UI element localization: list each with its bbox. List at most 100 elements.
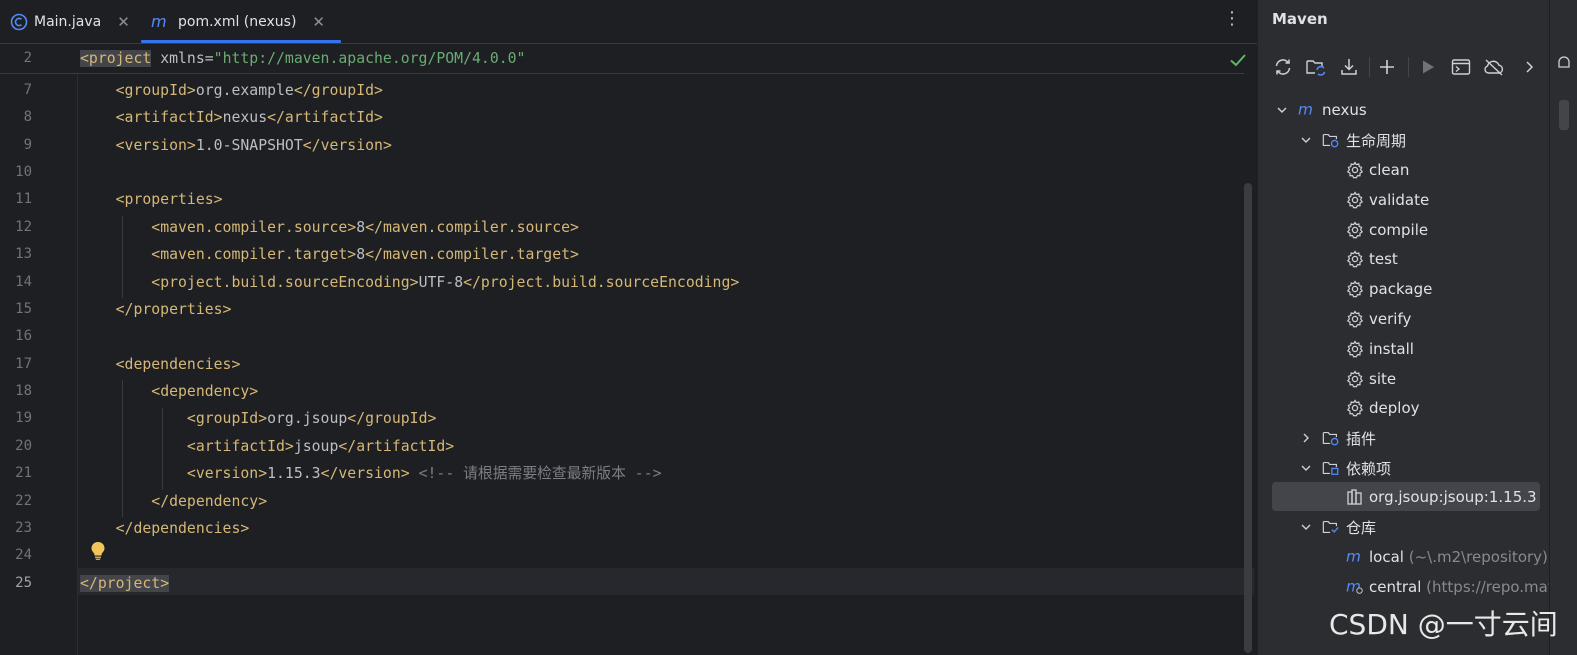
svg-text:m: m (1298, 101, 1313, 119)
tree-repository-local[interactable]: m local (~\.m2\repository) (1258, 543, 1550, 571)
tree-project-nexus[interactable]: m nexus (1258, 96, 1550, 124)
tree-repositories[interactable]: 仓库 (1258, 513, 1550, 541)
chevron-down-icon[interactable] (1300, 521, 1312, 533)
goal-label: validate (1369, 190, 1430, 209)
lightbulb-icon[interactable] (89, 541, 107, 561)
code-line: </dependency> (151, 493, 268, 510)
lifecycle-folder-icon (1322, 131, 1340, 149)
code-line: <version>1.0-SNAPSHOT</version> (115, 137, 392, 154)
editor-area[interactable]: Main.java ✕ m pom.xml (nexus) ✕ ⋮ <group… (0, 0, 1257, 655)
svg-text:m: m (151, 14, 167, 30)
repository-url: (https://repo.mav (1426, 578, 1557, 596)
line-number: 8 (23, 109, 32, 125)
code-line: </properties> (115, 301, 232, 318)
chevron-down-icon[interactable] (1276, 104, 1288, 116)
tree-dependencies[interactable]: 依赖项 (1258, 454, 1550, 482)
library-icon (1346, 488, 1364, 506)
gear-icon (1346, 220, 1364, 239)
code-line: <groupId>org.jsoup</groupId> (186, 410, 437, 427)
line-number: 14 (15, 274, 32, 290)
lifecycle-goal-deploy[interactable]: deploy (1258, 394, 1550, 422)
close-icon[interactable]: ✕ (117, 13, 130, 31)
maven-panel-title: Maven (1272, 10, 1328, 28)
goal-label: install (1369, 339, 1414, 358)
code-line: <groupId>org.example</groupId> (115, 82, 383, 99)
dependencies-label: 依赖项 (1346, 459, 1392, 478)
chevron-right-icon[interactable] (1300, 432, 1312, 444)
maven-tool-window: Maven m nexus 生命周期 clean validate compil… (1257, 0, 1557, 655)
current-line-highlight (78, 568, 1254, 595)
add-icon[interactable] (1376, 56, 1398, 78)
line-number: 7 (23, 82, 32, 98)
code-line: <artifactId>jsoup</artifactId> (186, 438, 455, 455)
tree-repository-central[interactable]: m central (https://repo.mav (1258, 573, 1557, 601)
tab-pom-xml[interactable]: m pom.xml (nexus) ✕ (150, 0, 325, 43)
line-number: 19 (15, 410, 32, 426)
lifecycle-goal-site[interactable]: site (1258, 365, 1550, 393)
line-number: 21 (15, 465, 32, 481)
lifecycle-goal-package[interactable]: package (1258, 275, 1550, 303)
tree-dependency-item[interactable]: org.jsoup:jsoup:1.15.3 (1258, 483, 1550, 511)
offline-icon[interactable] (1483, 56, 1505, 78)
line-number: 16 (15, 328, 32, 344)
checkmark-icon[interactable] (1229, 52, 1247, 72)
code-line: <maven.compiler.source>8</maven.compiler… (151, 219, 579, 236)
lifecycle-goal-verify[interactable]: verify (1258, 305, 1550, 333)
execute-goal-icon[interactable] (1450, 56, 1472, 78)
repository-label: central (https://repo.mav (1369, 578, 1557, 596)
line-number: 10 (15, 164, 32, 180)
download-icon[interactable] (1338, 56, 1360, 78)
tab-main-java[interactable]: Main.java ✕ (10, 0, 130, 43)
active-tab-indicator (141, 40, 341, 43)
lifecycle-goal-clean[interactable]: clean (1258, 156, 1550, 184)
editor-tab-bar: Main.java ✕ m pom.xml (nexus) ✕ ⋮ (0, 0, 1257, 44)
line-number: 2 (23, 50, 32, 66)
repository-name: central (1369, 578, 1422, 596)
lifecycle-goal-install[interactable]: install (1258, 335, 1550, 363)
svg-text:m: m (1346, 548, 1361, 566)
lifecycle-goal-compile[interactable]: compile (1258, 216, 1550, 244)
goal-label: verify (1369, 310, 1412, 328)
close-icon[interactable]: ✕ (312, 13, 325, 31)
reload-icon[interactable] (1272, 56, 1294, 78)
goal-label: compile (1369, 220, 1429, 239)
run-icon[interactable] (1417, 56, 1439, 78)
chevron-down-icon[interactable] (1300, 134, 1312, 146)
gear-icon (1346, 340, 1364, 358)
tab-label: Main.java (34, 13, 102, 30)
repositories-folder-icon (1322, 518, 1340, 536)
code-line: <dependency> (151, 383, 259, 400)
maven-icon: m (150, 14, 172, 30)
repository-path: (~\.m2\repository) (1408, 548, 1548, 566)
code-line: </project> (80, 575, 170, 592)
dependencies-folder-icon (1322, 459, 1340, 477)
tree-lifecycle[interactable]: 生命周期 (1258, 126, 1550, 154)
line-number: 23 (15, 520, 32, 536)
goal-label: package (1369, 280, 1433, 299)
goal-label: clean (1369, 161, 1410, 179)
code-line: <properties> (115, 191, 223, 208)
notifications-icon[interactable] (1556, 55, 1572, 77)
code-line: </dependencies> (115, 520, 250, 537)
plugins-folder-icon (1322, 429, 1340, 447)
repository-name: local (1369, 548, 1404, 566)
gear-icon (1346, 191, 1364, 209)
lifecycle-goal-validate[interactable]: validate (1258, 186, 1550, 214)
more-vertical-icon[interactable]: ⋮ (1222, 8, 1242, 32)
goal-label: site (1369, 369, 1397, 388)
chevron-down-icon[interactable] (1300, 462, 1312, 474)
vertical-scrollbar[interactable] (1244, 183, 1252, 653)
watermark: CSDN @一寸云间 (1329, 608, 1558, 641)
lifecycle-goal-test[interactable]: test (1258, 245, 1550, 273)
code-line: <project xmlns="http://maven.apache.org/… (80, 50, 526, 67)
more-icon[interactable] (1518, 56, 1540, 78)
maven-tool-button[interactable] (1559, 100, 1569, 130)
tree-plugins[interactable]: 插件 (1258, 424, 1550, 452)
repositories-label: 仓库 (1346, 518, 1377, 537)
line-number: 22 (15, 493, 32, 509)
project-name: nexus (1322, 101, 1367, 119)
gear-icon (1346, 399, 1364, 417)
code-line: <artifactId>nexus</artifactId> (115, 109, 383, 126)
reload-project-icon[interactable] (1305, 56, 1327, 78)
gear-icon (1346, 280, 1364, 298)
